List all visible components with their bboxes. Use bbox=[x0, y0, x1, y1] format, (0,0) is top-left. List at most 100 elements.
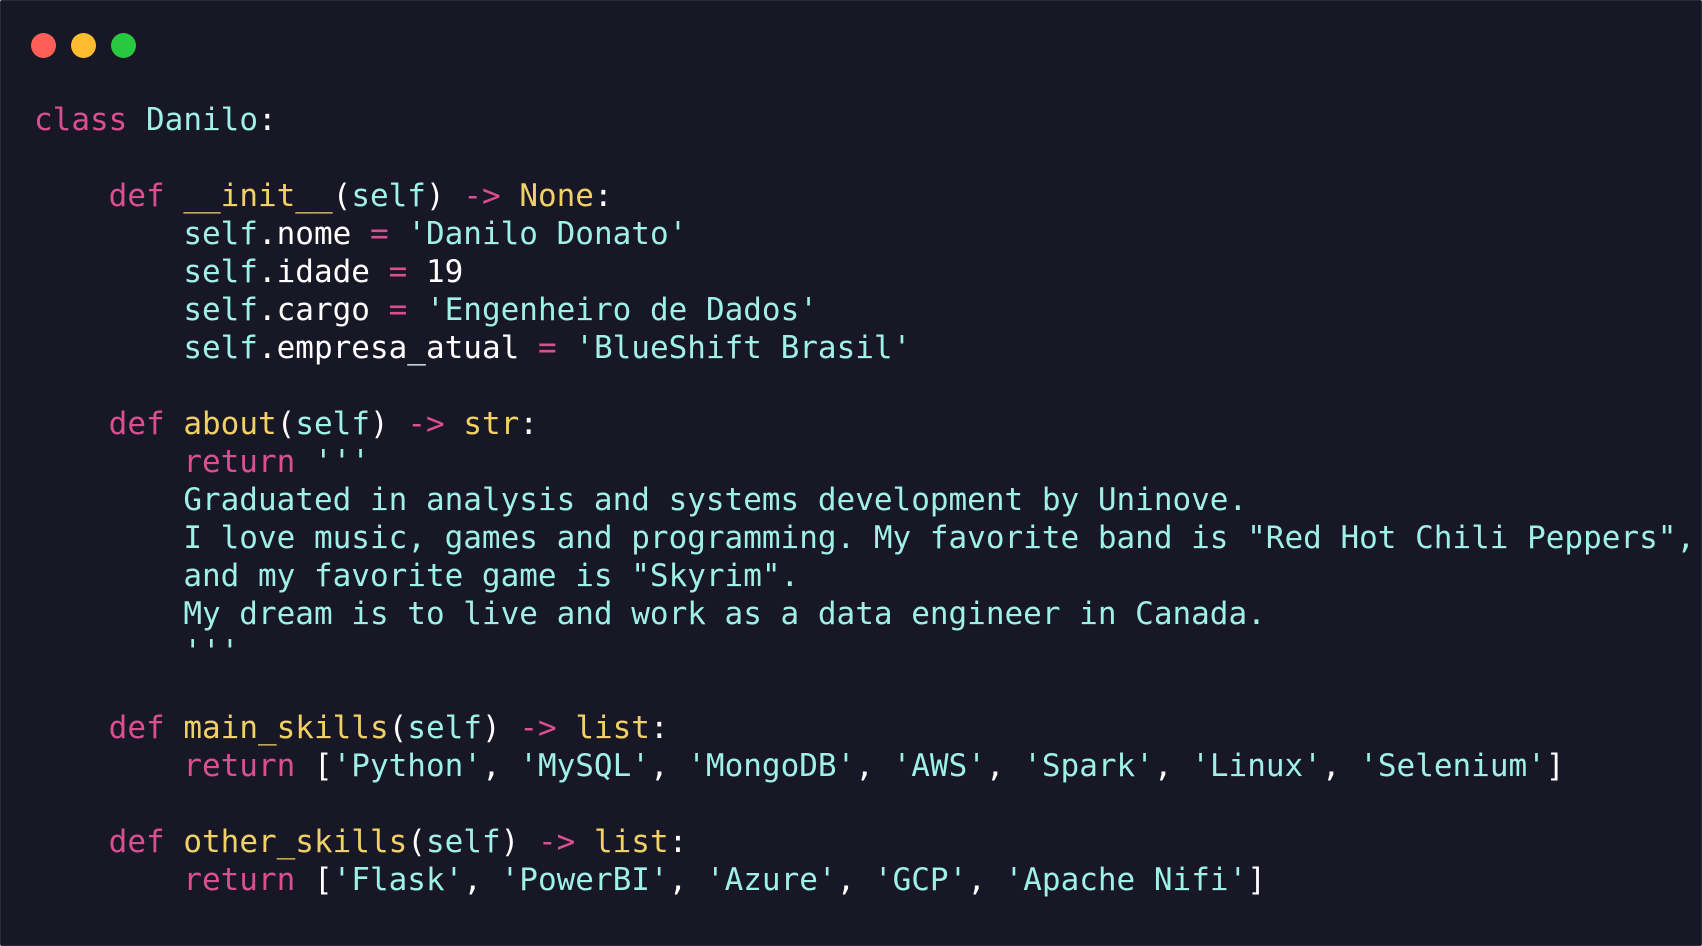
code-token-string: 'Spark' bbox=[1023, 748, 1154, 784]
code-token-punct: . bbox=[257, 216, 277, 252]
code-line: return ['Flask', 'PowerBI', 'Azure', 'GC… bbox=[34, 861, 1695, 899]
code-token-punct: idade bbox=[276, 254, 370, 290]
code-token-number: 19 bbox=[425, 254, 464, 290]
code-token-name: self bbox=[295, 406, 370, 442]
code-token-string: My dream is to live and work as a data e… bbox=[183, 596, 1266, 632]
code-line: return ['Python', 'MySQL', 'MongoDB', 'A… bbox=[34, 747, 1695, 785]
code-token-name: self bbox=[183, 254, 258, 290]
code-token-punct: cargo bbox=[276, 292, 370, 328]
code-token-string: 'MongoDB' bbox=[687, 748, 856, 784]
code-token-keyword: return bbox=[183, 862, 296, 898]
code-token-name: self bbox=[351, 178, 426, 214]
code-line: self.nome = 'Danilo Donato' bbox=[34, 215, 1695, 253]
code-line: self.idade = 19 bbox=[34, 253, 1695, 291]
code-token-punct: ( bbox=[407, 824, 426, 860]
code-token-op: = bbox=[388, 254, 408, 290]
code-token-string: 'Linux' bbox=[1191, 748, 1322, 784]
code-token-string: 'AWS' bbox=[892, 748, 986, 784]
code-token-punct: . bbox=[257, 292, 277, 328]
code-token-type: list bbox=[575, 710, 650, 746]
code-token-punct: ] bbox=[1545, 748, 1565, 784]
code-token-op: = bbox=[369, 216, 389, 252]
close-dot-icon[interactable] bbox=[31, 33, 56, 58]
code-token-string: 'PowerBI' bbox=[500, 862, 669, 898]
code-token-punct: , bbox=[967, 862, 1005, 898]
code-token-punct: ( bbox=[276, 406, 296, 442]
code-line: ​ bbox=[34, 139, 1695, 177]
code-token-func: __init__ bbox=[183, 178, 333, 214]
code-token-name: self bbox=[407, 710, 482, 746]
code-line: My dream is to live and work as a data e… bbox=[34, 595, 1695, 633]
code-token-string: 'Selenium' bbox=[1359, 748, 1546, 784]
code-token-keyword: def bbox=[108, 406, 165, 442]
code-token-string: and my favorite game is "Skyrim". bbox=[183, 558, 800, 594]
code-token-func: other_skills bbox=[183, 824, 408, 860]
window-controls bbox=[31, 33, 136, 58]
code-token-string: 'Engenheiro de Dados' bbox=[425, 292, 818, 328]
code-token-keyword: def bbox=[108, 178, 165, 214]
code-token-punct: . bbox=[257, 254, 277, 290]
code-line: def about(self) -> str: bbox=[34, 405, 1695, 443]
code-token-op: -> bbox=[463, 178, 501, 214]
code-token-string: 'BlueShift Brasil' bbox=[575, 330, 912, 366]
code-token-func: main_skills bbox=[183, 710, 389, 746]
code-token-string: 'Python' bbox=[332, 748, 482, 784]
code-token-keyword: def bbox=[108, 710, 165, 746]
code-token-punct: [ bbox=[313, 748, 333, 784]
code-line: ''' bbox=[34, 633, 1695, 671]
code-token-punct: nome bbox=[276, 216, 352, 252]
code-token-string: 'Danilo Donato' bbox=[407, 216, 688, 252]
code-token-punct: , bbox=[649, 748, 688, 784]
code-token-name: self bbox=[183, 330, 258, 366]
code-token-string: 'MySQL' bbox=[519, 748, 650, 784]
code-token-punct: [ bbox=[313, 862, 333, 898]
code-window: class Danilo:​ def __init__(self) -> Non… bbox=[0, 0, 1702, 946]
minimize-dot-icon[interactable] bbox=[71, 33, 96, 58]
code-token-keyword: return bbox=[183, 748, 296, 784]
code-line: return ''' bbox=[34, 443, 1695, 481]
code-token-punct: ( bbox=[332, 178, 352, 214]
code-token-op: -> bbox=[407, 406, 445, 442]
code-token-name: self bbox=[183, 216, 258, 252]
code-token-type: None bbox=[519, 178, 594, 214]
code-token-string: ''' bbox=[313, 444, 370, 480]
code-token-op: -> bbox=[537, 824, 576, 860]
code-token-string: 'Apache Nifi' bbox=[1004, 862, 1248, 898]
code-token-string: 'Flask' bbox=[332, 862, 464, 898]
code-line: self.cargo = 'Engenheiro de Dados' bbox=[34, 291, 1695, 329]
code-line: def __init__(self) -> None: bbox=[34, 177, 1695, 215]
maximize-dot-icon[interactable] bbox=[111, 33, 136, 58]
code-token-string: 'Azure' bbox=[705, 862, 837, 898]
code-line: I love music, games and programming. My … bbox=[34, 519, 1695, 557]
code-line: ​ bbox=[34, 671, 1695, 709]
code-token-punct: , bbox=[985, 748, 1024, 784]
code-token-punct: , bbox=[668, 862, 706, 898]
code-token-op: -> bbox=[519, 710, 557, 746]
code-block: class Danilo:​ def __init__(self) -> Non… bbox=[34, 101, 1695, 899]
code-token-punct: : bbox=[649, 710, 669, 746]
code-token-string: 'GCP' bbox=[873, 862, 968, 898]
